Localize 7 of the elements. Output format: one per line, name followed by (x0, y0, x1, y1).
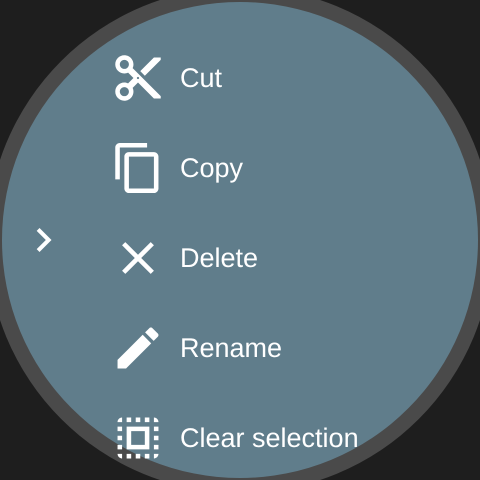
menu-item[interactable]: Rename (114, 322, 359, 374)
menu-item[interactable]: Clear selection (114, 412, 359, 464)
menu-item[interactable]: Delete (114, 232, 359, 284)
menu-item[interactable]: Copy (114, 142, 359, 194)
menu-item[interactable]: Cut (114, 52, 359, 104)
chevron-icon[interactable] (36, 228, 52, 252)
scissors-icon (114, 53, 162, 103)
